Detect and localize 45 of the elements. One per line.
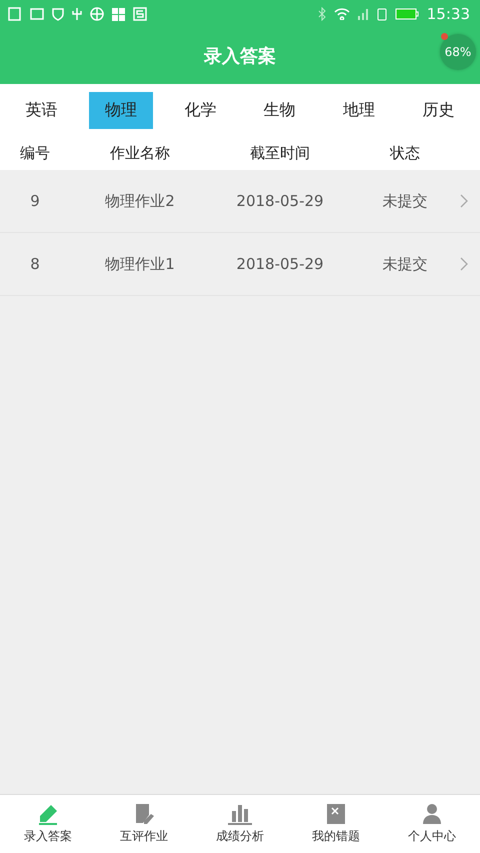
- subject-tab[interactable]: 物理: [88, 92, 153, 128]
- table-cell-text: 2018-05-29: [235, 255, 325, 273]
- app-icon: [133, 7, 147, 21]
- grid-icon: [112, 8, 125, 20]
- globe-icon: [90, 7, 104, 21]
- table-cell-text: 未提交: [382, 254, 428, 274]
- clock-time: 15:33: [426, 5, 470, 23]
- bluetooth-icon: [318, 7, 326, 21]
- battery-icon: [394, 8, 419, 20]
- bar-chart-icon: [227, 803, 253, 825]
- shield-icon: [52, 7, 64, 21]
- chevron-icon: [460, 257, 468, 271]
- column-header: 作业名称: [109, 144, 171, 162]
- subject-tab[interactable]: 化学: [168, 92, 232, 128]
- table-cell-text: 8: [29, 255, 41, 273]
- chevron-icon: [460, 194, 468, 208]
- table-cell-text: 未提交: [382, 192, 428, 210]
- sd-card-icon: [8, 7, 22, 21]
- image-icon: [30, 7, 44, 21]
- wifi-icon: [334, 8, 350, 20]
- column-header: 截至时间: [249, 144, 311, 162]
- table-cell-text: 2018-05-29: [235, 192, 325, 210]
- subject-tab[interactable]: 历史: [406, 92, 470, 128]
- nav-tab[interactable]: 我的错题: [288, 795, 384, 853]
- column-header: 状态: [388, 144, 421, 162]
- signal-icon: [358, 8, 369, 20]
- column-header: 编号: [19, 144, 51, 162]
- table-cell-text: 物理作业2: [104, 192, 176, 210]
- usb-icon: [72, 7, 82, 21]
- sim-icon: [376, 8, 387, 20]
- subject-tab[interactable]: 英语: [10, 92, 74, 128]
- table-cell-text: 物理作业1: [104, 254, 176, 274]
- person-icon: [421, 803, 443, 825]
- document-x-icon: [325, 803, 347, 825]
- note-icon: [133, 803, 155, 825]
- nav-tab[interactable]: 互评作业: [96, 795, 192, 853]
- nav-tab[interactable]: 个人中心: [384, 795, 480, 853]
- table-cell-text: 9: [29, 192, 41, 210]
- subject-tab[interactable]: 生物: [248, 92, 312, 128]
- nav-tab[interactable]: 成绩分析: [192, 795, 288, 853]
- subject-tab[interactable]: 地理: [326, 92, 391, 128]
- nav-tab[interactable]: 录入答案: [0, 795, 96, 853]
- notification-dot: [441, 33, 448, 40]
- page-title: 录入答案: [204, 45, 276, 68]
- pencil-icon: [37, 803, 59, 825]
